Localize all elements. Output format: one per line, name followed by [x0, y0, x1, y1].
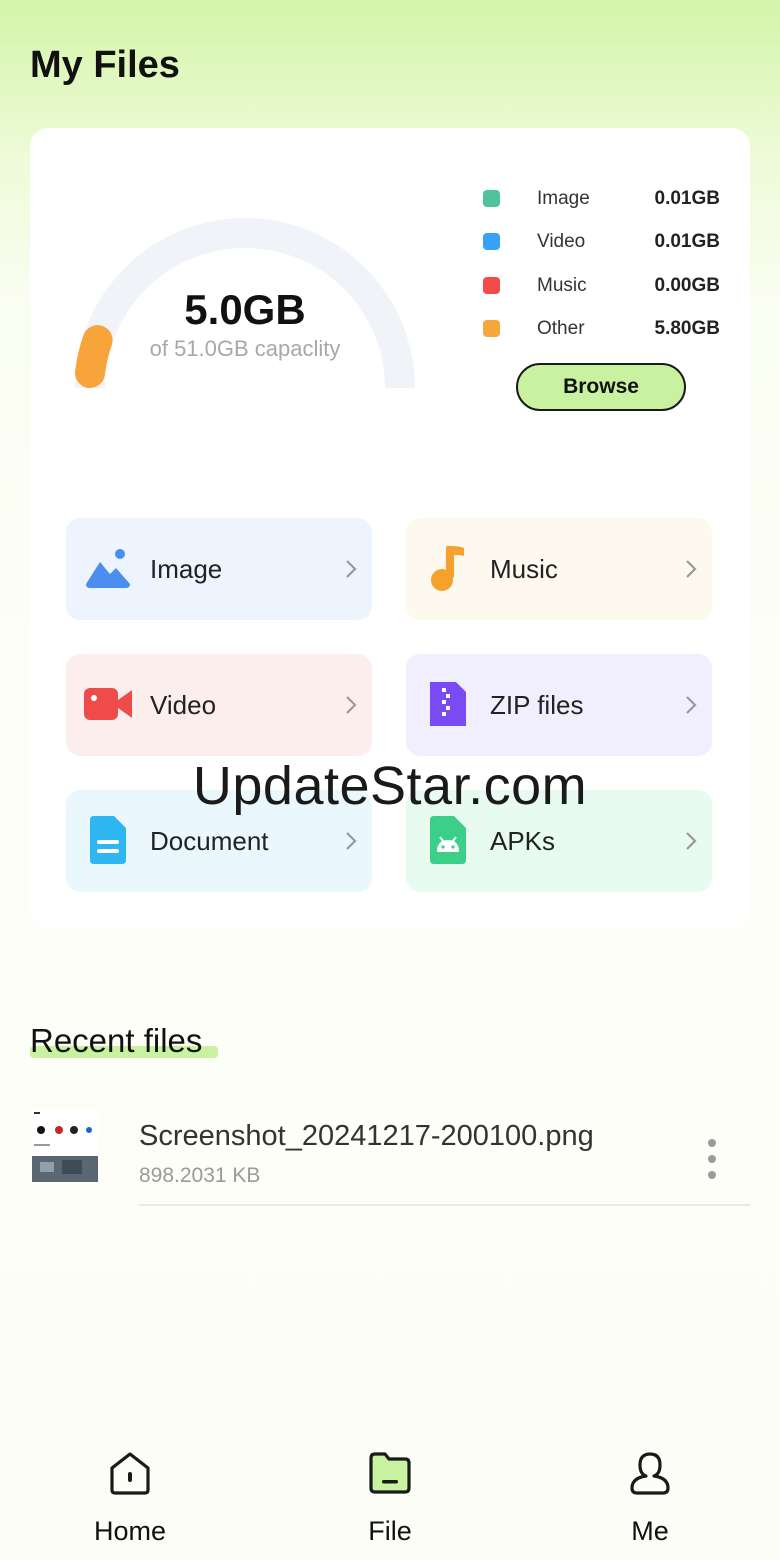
android-icon: [430, 816, 466, 864]
category-label: ZIP files: [490, 690, 584, 720]
nav-label: Home: [93, 1516, 167, 1546]
recent-file-row[interactable]: Screenshot_20241217-200100.png 898.2031 …: [0, 1110, 780, 1208]
video-camera-icon: [84, 688, 132, 720]
category-label: Image: [150, 554, 223, 584]
legend-row-music: Music 0.00GB: [480, 271, 730, 314]
image-icon: [86, 549, 130, 588]
legend-value: 0.01GB: [654, 231, 720, 253]
category-video[interactable]: Video: [66, 654, 372, 756]
legend-dot-image: [483, 190, 500, 207]
file-name: Screenshot_20241217-200100.png: [139, 1120, 594, 1152]
nav-item-home[interactable]: Home: [50, 1450, 210, 1550]
legend-value: 0.00GB: [654, 274, 720, 296]
legend-label: Video: [537, 231, 586, 253]
legend-dot-video: [483, 233, 500, 251]
nav-item-me[interactable]: Me: [570, 1450, 730, 1550]
category-image[interactable]: Image: [66, 518, 372, 620]
watermark: UpdateStar.com: [192, 756, 588, 816]
nav-label: Me: [631, 1516, 669, 1546]
legend-label: Music: [537, 274, 587, 296]
legend-label: Other: [537, 317, 585, 339]
nav-label: File: [368, 1516, 412, 1546]
bottom-nav: Home File Me: [0, 1440, 780, 1560]
category-music[interactable]: Music: [406, 518, 712, 620]
legend-value: 0.01GB: [654, 188, 720, 209]
home-icon: [110, 1452, 150, 1495]
chevron-right-icon: [346, 832, 357, 850]
more-options-icon[interactable]: [700, 1136, 724, 1182]
chevron-right-icon: [346, 560, 357, 578]
chevron-right-icon: [346, 696, 357, 714]
capacity-text: of 51.0GB capaclity: [149, 336, 341, 361]
browse-button[interactable]: Browse: [516, 363, 686, 411]
category-label: Video: [150, 690, 217, 720]
divider: [139, 1204, 750, 1206]
category-label: Music: [490, 554, 558, 584]
file-size: 898.2031 KB: [139, 1164, 261, 1187]
legend-value: 5.80GB: [654, 317, 720, 339]
file-thumbnail: [32, 1110, 98, 1184]
legend-dot-other: [483, 319, 500, 337]
legend-row-other: Other 5.80GB: [480, 314, 730, 357]
legend-label: Image: [537, 188, 590, 209]
document-icon: [90, 816, 126, 864]
legend-row-video: Video 0.01GB: [480, 227, 730, 270]
chevron-right-icon: [686, 832, 697, 850]
category-label: APKs: [490, 826, 556, 856]
music-note-icon: [431, 546, 464, 591]
nav-item-file[interactable]: File: [310, 1450, 470, 1550]
chevron-right-icon: [686, 560, 697, 578]
chevron-right-icon: [686, 696, 697, 714]
folder-icon: [369, 1452, 411, 1494]
legend-row-image: Image 0.01GB: [480, 184, 730, 227]
storage-legend: Image 0.01GB Video 0.01GB Music 0.00GB O…: [480, 184, 730, 357]
person-icon: [630, 1452, 670, 1495]
category-label: Document: [150, 826, 269, 856]
legend-dot-music: [483, 276, 500, 294]
category-zip-files[interactable]: ZIP files: [406, 654, 712, 756]
page-title: My Files: [30, 44, 180, 86]
recent-files-title: Recent files: [30, 1022, 203, 1059]
zip-file-icon: [430, 682, 466, 726]
used-storage-value: 5.0GB: [184, 286, 306, 333]
